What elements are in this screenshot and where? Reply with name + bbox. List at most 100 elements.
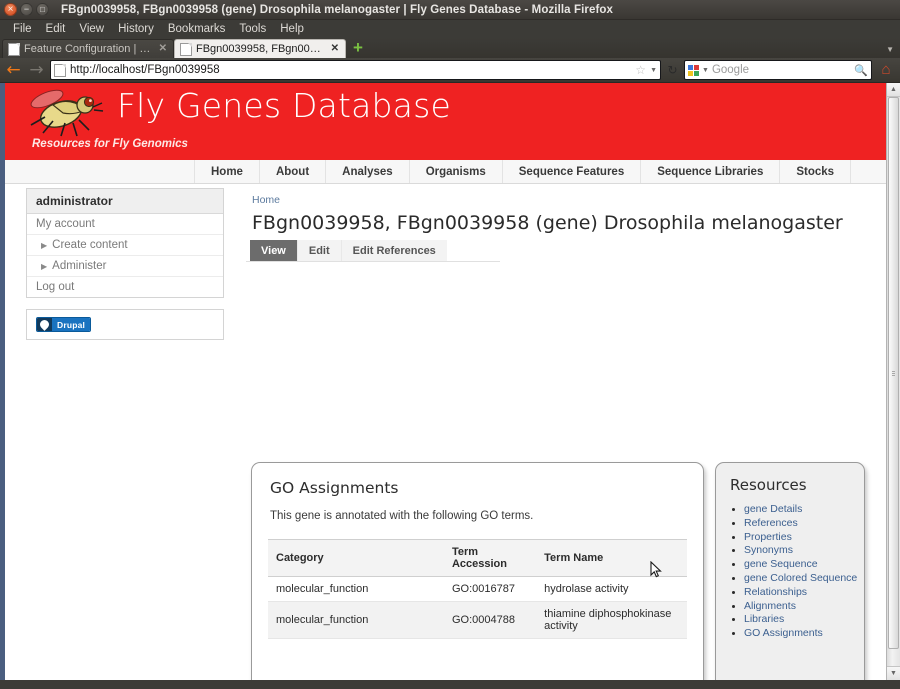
sidebar-item-my-account[interactable]: My account: [27, 214, 223, 235]
sidebar-item-administer[interactable]: ▶ Administer: [27, 256, 223, 277]
resource-link-relationships[interactable]: Relationships: [744, 586, 864, 600]
resource-link-gene-details[interactable]: gene Details: [744, 503, 864, 517]
back-arrow-icon[interactable]: ←: [4, 61, 23, 79]
nav-item-sequence-libraries[interactable]: Sequence Libraries: [641, 160, 781, 183]
cell-category: molecular_function: [268, 601, 444, 639]
page-tabs: View Edit Edit References: [246, 240, 500, 262]
page-favicon-icon: [180, 42, 192, 56]
resource-link-gene-sequence[interactable]: gene Sequence: [744, 558, 864, 572]
tab-view[interactable]: View: [250, 240, 297, 261]
triangle-right-icon: ▶: [41, 241, 48, 250]
window-close-button[interactable]: [4, 3, 17, 16]
main-column-header: Home FBgn0039958, FBgn0039958 (gene) Dro…: [246, 190, 843, 262]
window-maximize-button[interactable]: [36, 3, 49, 16]
nav-item-organisms[interactable]: Organisms: [410, 160, 503, 183]
resources-panel: Resources gene Details References Proper…: [715, 462, 865, 680]
triangle-right-icon: ▶: [41, 262, 48, 271]
resource-link-synonyms[interactable]: Synonyms: [744, 544, 864, 558]
go-assignments-heading: GO Assignments: [270, 479, 399, 497]
resource-link-references[interactable]: References: [744, 517, 864, 531]
window-titlebar: FBgn0039958, FBgn0039958 (gene) Drosophi…: [0, 0, 900, 20]
menu-bookmarks[interactable]: Bookmarks: [161, 22, 233, 37]
sidebar-item-create-content[interactable]: ▶ Create content: [27, 235, 223, 256]
search-bar[interactable]: ▼ Google 🔍: [684, 60, 872, 80]
chevron-down-icon[interactable]: ▼: [650, 67, 657, 74]
cell-term-name: thiamine diphosphokinase activity: [536, 601, 687, 639]
scroll-down-icon[interactable]: ▼: [887, 666, 900, 680]
menu-bar: File Edit View History Bookmarks Tools H…: [0, 20, 900, 38]
navigation-toolbar: ← → http://localhost/FBgn0039958 ☆ ▼ ↻ ▼…: [0, 58, 900, 83]
content-area: administrator My account ▶ Create content…: [5, 184, 886, 680]
tab-edit-references[interactable]: Edit References: [340, 240, 447, 261]
cell-term-name: hydrolase activity: [536, 576, 687, 602]
chevron-down-icon[interactable]: ▼: [702, 67, 709, 74]
search-icon[interactable]: 🔍: [854, 64, 868, 77]
search-input[interactable]: Google: [712, 64, 851, 76]
scrollbar-thumb[interactable]: [888, 97, 899, 649]
page-viewport: Fly Genes Database Resources for Fly Gen…: [0, 83, 900, 680]
sidebar-item-label: Log out: [36, 281, 75, 293]
nav-item-stocks[interactable]: Stocks: [780, 160, 852, 183]
address-bar[interactable]: http://localhost/FBgn0039958 ☆ ▼: [50, 60, 661, 80]
sidebar-item-label: Administer: [52, 260, 107, 272]
nav-item-about[interactable]: About: [260, 160, 327, 183]
page-favicon-icon: [54, 63, 66, 77]
browser-tab-strip: Feature Configuration | Fly ... ✕ FBgn00…: [0, 38, 900, 58]
window-minimize-button[interactable]: [20, 3, 33, 16]
tab-edit[interactable]: Edit: [296, 240, 341, 261]
resources-heading: Resources: [730, 476, 807, 494]
browser-tab-active[interactable]: FBgn0039958, FBgn0039958... ✕: [174, 39, 346, 58]
site-title[interactable]: Fly Genes Database: [117, 86, 451, 125]
user-menu-list: My account ▶ Create content ▶ Administer L…: [27, 214, 223, 297]
page-title: FBgn0039958, FBgn0039958 (gene) Drosophi…: [252, 212, 843, 234]
browser-window: FBgn0039958, FBgn0039958 (gene) Drosophi…: [0, 0, 900, 689]
drupal-badge[interactable]: Drupal: [36, 317, 92, 332]
reload-icon[interactable]: ↻: [665, 63, 680, 77]
menu-history[interactable]: History: [111, 22, 161, 37]
menu-tools[interactable]: Tools: [232, 22, 273, 37]
menu-help[interactable]: Help: [273, 22, 311, 37]
sidebar-item-log-out[interactable]: Log out: [27, 277, 223, 297]
close-icon[interactable]: ✕: [331, 44, 339, 54]
table-row: molecular_function GO:0004788 thiamine d…: [268, 601, 687, 639]
browser-tab-label: Feature Configuration | Fly ...: [24, 43, 155, 55]
table-row: molecular_function GO:0016787 hydrolase …: [268, 576, 687, 602]
sidebar-item-label: Create content: [52, 239, 128, 251]
scroll-up-icon[interactable]: ▲: [887, 83, 900, 97]
resources-link-list: gene Details References Properties Synon…: [716, 503, 864, 641]
drupal-badge-label: Drupal: [52, 318, 91, 331]
nav-item-analyses[interactable]: Analyses: [326, 160, 410, 183]
chevron-down-icon[interactable]: ▼: [886, 45, 900, 58]
drupal-drop-icon: [37, 318, 52, 331]
vertical-scrollbar[interactable]: ▲ ▼: [886, 83, 900, 680]
forward-arrow-icon[interactable]: →: [27, 61, 46, 79]
resource-link-gene-colored-sequence[interactable]: gene Colored Sequence: [744, 572, 864, 586]
nav-item-sequence-features[interactable]: Sequence Features: [503, 160, 642, 183]
star-icon[interactable]: ☆: [635, 63, 646, 77]
menu-edit[interactable]: Edit: [39, 22, 73, 37]
table-header-row: Category Term Accession Term Name: [268, 539, 687, 577]
resource-link-properties[interactable]: Properties: [744, 531, 864, 545]
sidebar-item-label: My account: [36, 218, 95, 230]
site-header: Fly Genes Database Resources for Fly Gen…: [5, 83, 886, 160]
close-icon[interactable]: ✕: [159, 44, 167, 54]
breadcrumb[interactable]: Home: [246, 190, 711, 209]
resource-link-go-assignments[interactable]: GO Assignments: [744, 627, 864, 641]
address-bar-url: http://localhost/FBgn0039958: [70, 64, 220, 76]
menu-view[interactable]: View: [72, 22, 111, 37]
browser-tab[interactable]: Feature Configuration | Fly ... ✕: [2, 39, 174, 58]
cell-category: molecular_function: [268, 576, 444, 602]
resource-link-libraries[interactable]: Libraries: [744, 613, 864, 627]
site-slogan: Resources for Fly Genomics: [32, 138, 188, 150]
resource-link-alignments[interactable]: Alignments: [744, 600, 864, 614]
page-favicon-icon: [8, 42, 20, 56]
home-icon[interactable]: ⌂: [876, 62, 896, 78]
web-page: Fly Genes Database Resources for Fly Gen…: [5, 83, 886, 680]
column-header-category: Category: [268, 539, 444, 577]
breadcrumb-home-link[interactable]: Home: [252, 194, 280, 206]
cell-term-accession: GO:0016787: [443, 576, 537, 602]
nav-item-home[interactable]: Home: [194, 160, 260, 183]
fly-logo-icon: [30, 89, 104, 137]
new-tab-button[interactable]: +: [350, 39, 366, 56]
menu-file[interactable]: File: [6, 22, 39, 37]
